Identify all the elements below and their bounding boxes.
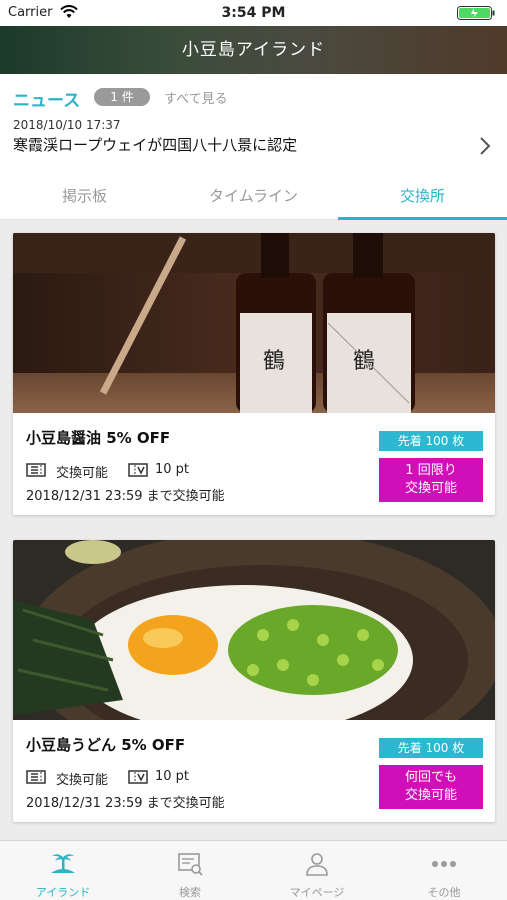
segment-tabs: 掲示板 タイムライン 交換所 <box>0 170 507 220</box>
tab-search[interactable]: 検索 <box>127 841 253 900</box>
bottom-tab-bar: アイランド 検索 マイページ その他 <box>0 840 507 900</box>
coupon-card[interactable]: 小豆島うどん 5% OFF 交換可能 10 pt 2018/12/31 23:5… <box>13 540 495 822</box>
soy-sauce-photo: 鶴 鶴 <box>13 233 495 413</box>
news-section[interactable]: ニュース 1 件 すべて見る 2018/10/10 17:37 寒霞渓ロープウェ… <box>0 74 507 170</box>
points-cost: 10 pt <box>155 769 190 784</box>
tab-island[interactable]: アイランド <box>0 841 126 900</box>
coupon-title: 小豆島うどん 5% OFF <box>26 736 186 754</box>
coupon-card[interactable]: 鶴 鶴 小豆島醤油 5% OFF 交換可能 10 pt 2018/12/31 2… <box>13 233 495 515</box>
point-ticket-icon <box>128 770 148 784</box>
more-icon <box>432 861 456 867</box>
tab-timeline[interactable]: タイムライン <box>169 170 338 220</box>
first-come-badge: 先着 100 枚 <box>379 738 483 758</box>
island-icon <box>51 854 75 873</box>
exchange-status: 交換可能 <box>56 773 109 788</box>
page-title: 小豆島アイランド <box>181 40 326 60</box>
points-cost: 10 pt <box>155 462 190 477</box>
news-date: 2018/10/10 17:37 <box>13 118 121 132</box>
svg-text:鶴: 鶴 <box>263 349 285 374</box>
news-count-badge: 1 件 <box>94 88 150 106</box>
exchange-deadline: 2018/12/31 23:59 まで交換可能 <box>26 489 225 504</box>
search-board-icon <box>178 853 203 876</box>
ticket-icon <box>26 463 46 477</box>
news-label: ニュース <box>13 91 81 111</box>
exchange-deadline: 2018/12/31 23:59 まで交換可能 <box>26 796 225 811</box>
coupon-title: 小豆島醤油 5% OFF <box>26 429 171 447</box>
udon-photo <box>13 540 495 720</box>
exchange-limit-badge: 何回でも 交換可能 <box>379 765 483 809</box>
exchange-limit-badge: 1 回限り 交換可能 <box>379 458 483 502</box>
nav-bar: 小豆島アイランド <box>0 26 507 74</box>
battery-icon <box>457 6 495 20</box>
exchange-status: 交換可能 <box>56 466 109 481</box>
clock: 3:54 PM <box>221 5 286 21</box>
tab-bulletin-board[interactable]: 掲示板 <box>0 170 169 220</box>
tab-mypage[interactable]: マイページ <box>254 841 380 900</box>
see-all-link[interactable]: すべて見る <box>164 88 228 107</box>
status-bar: Carrier 3:54 PM <box>0 0 507 26</box>
ticket-icon <box>26 770 46 784</box>
tab-exchange[interactable]: 交換所 <box>338 170 507 220</box>
first-come-badge: 先着 100 枚 <box>379 431 483 451</box>
chevron-right-icon[interactable] <box>479 136 491 156</box>
news-headline[interactable]: 寒霞渓ロープウェイが四国八十八景に認定 <box>13 134 297 155</box>
point-ticket-icon <box>128 463 148 477</box>
tab-others[interactable]: その他 <box>381 841 507 900</box>
svg-text:鶴: 鶴 <box>353 349 375 374</box>
person-icon <box>306 853 328 876</box>
